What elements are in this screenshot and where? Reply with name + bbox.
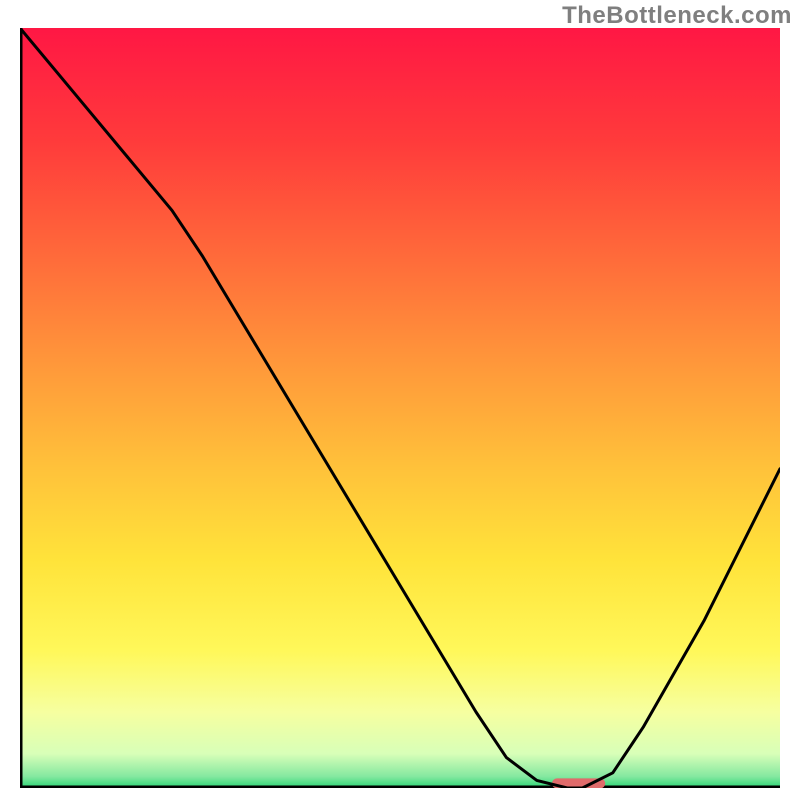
gradient-background [20, 28, 780, 788]
chart-stage: TheBottleneck.com [0, 0, 800, 800]
bottleneck-chart [20, 28, 780, 788]
plot-area [20, 28, 780, 788]
watermark-text: TheBottleneck.com [562, 2, 792, 30]
